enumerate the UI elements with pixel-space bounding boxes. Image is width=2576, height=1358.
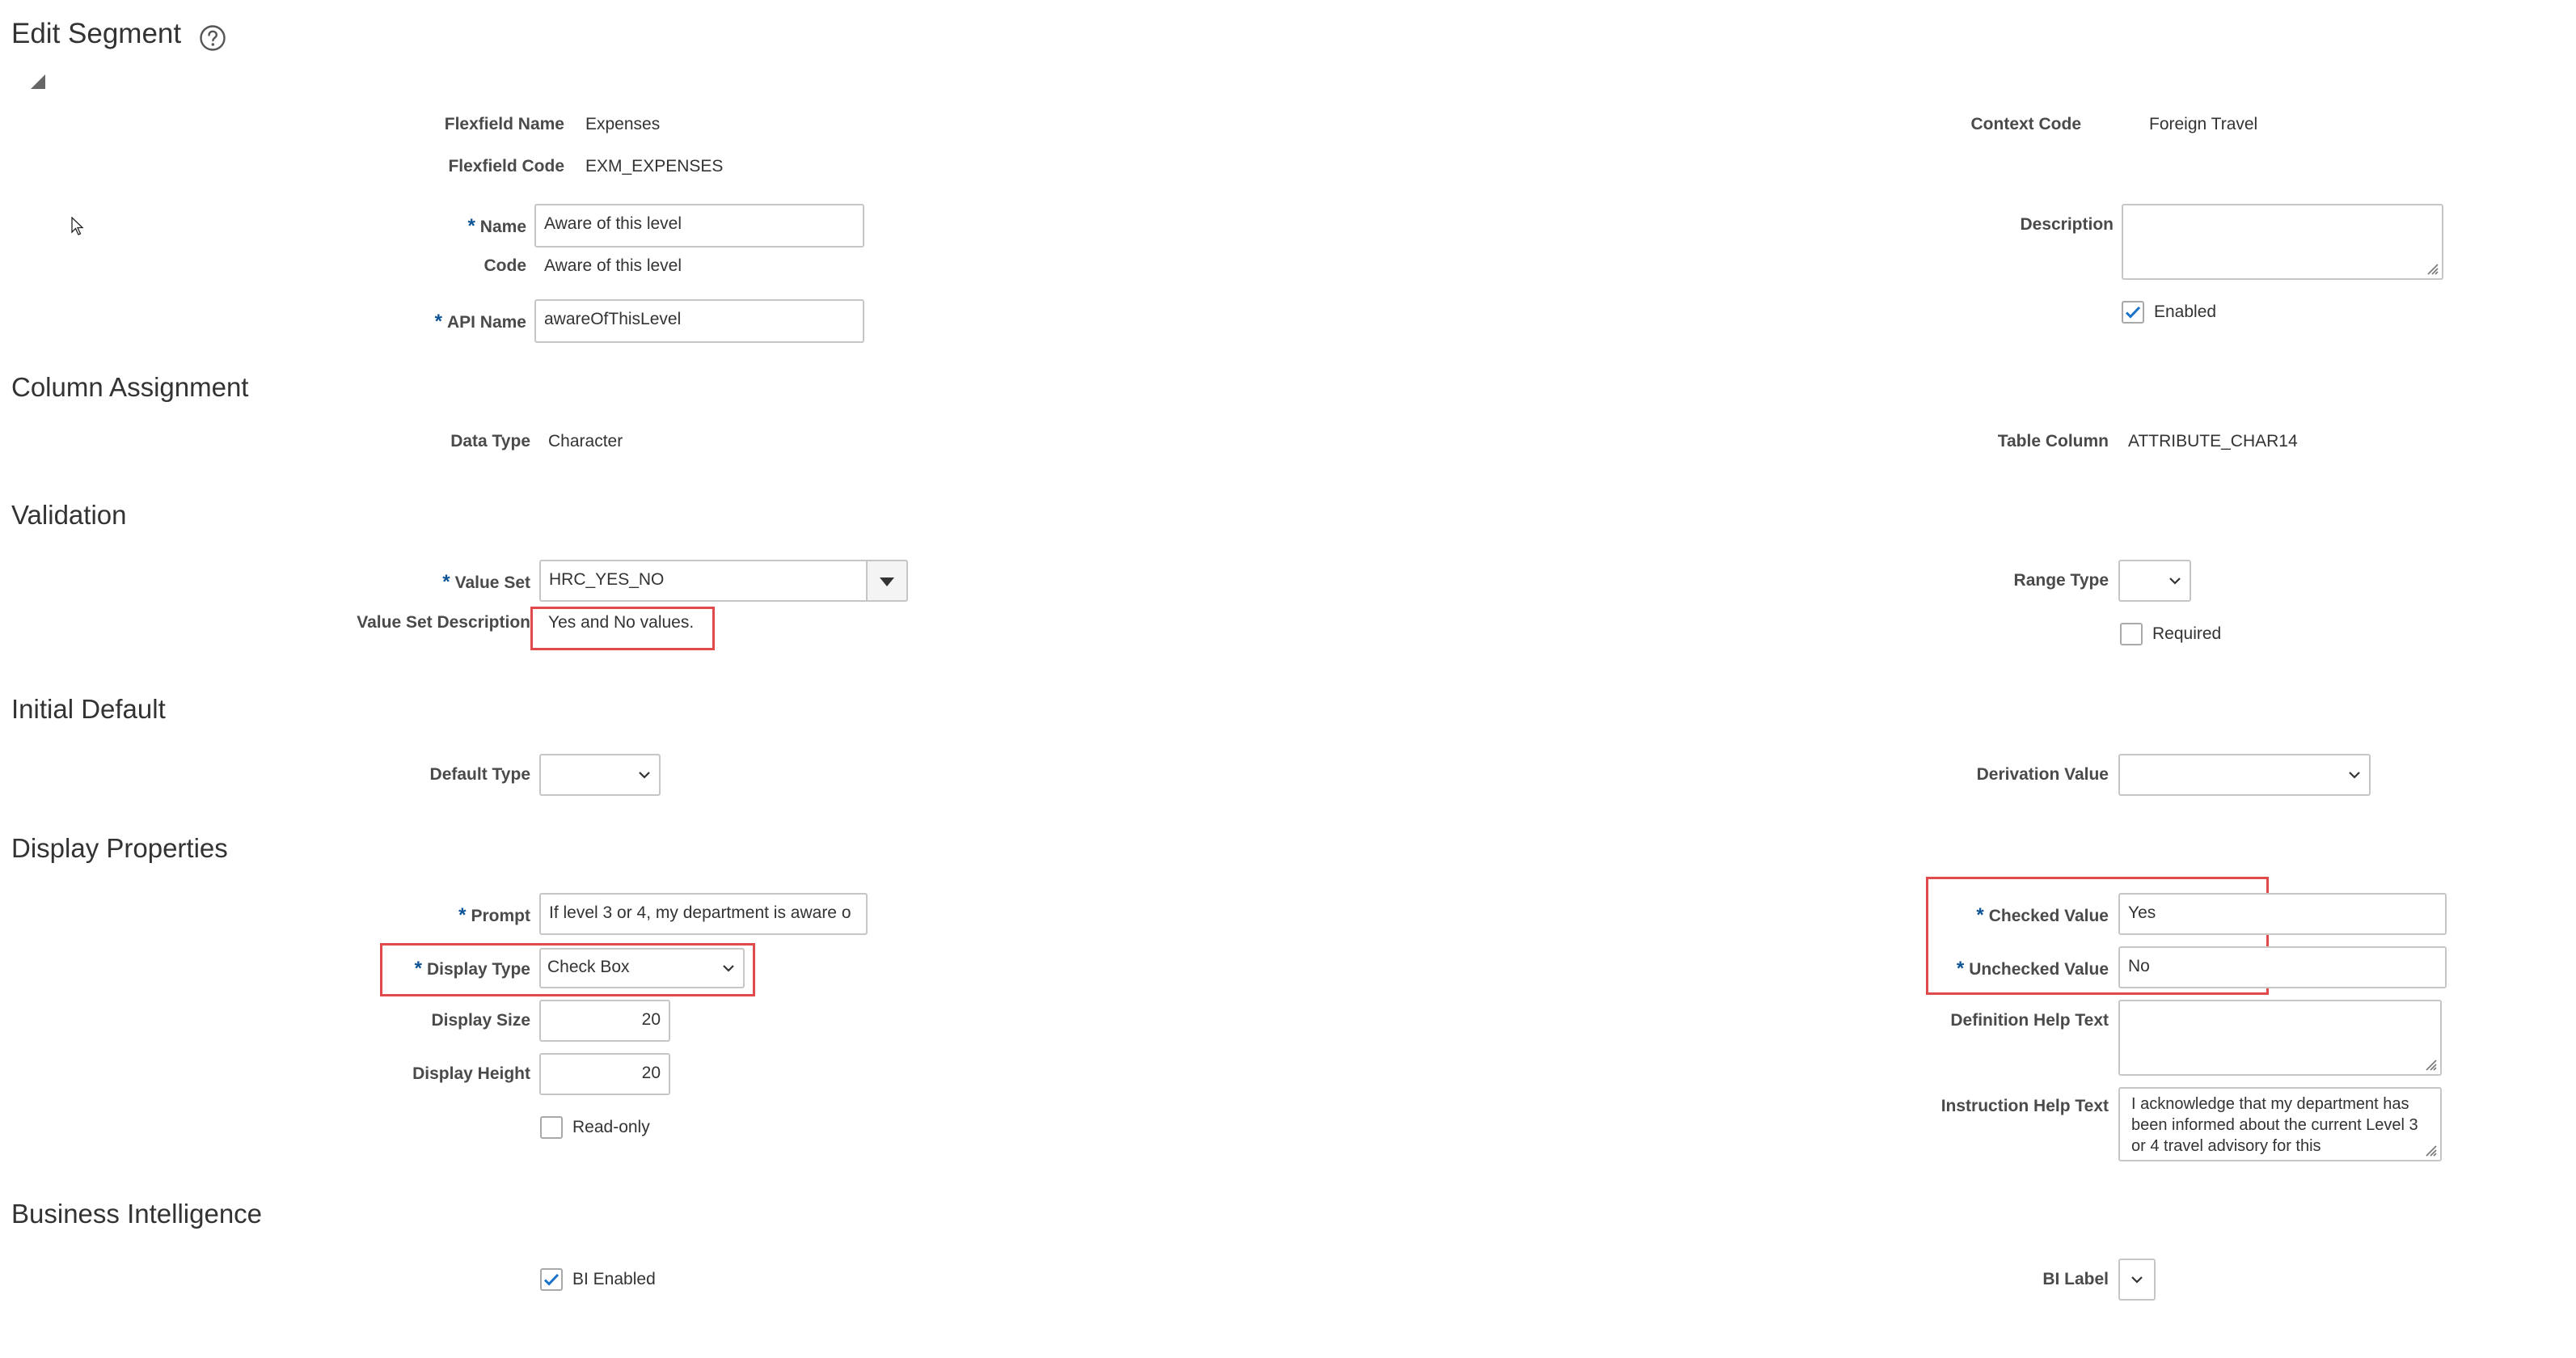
instruction-help-textarea[interactable]: I acknowledge that my department has bee… bbox=[2118, 1087, 2442, 1161]
unchecked-value-input[interactable]: No bbox=[2118, 946, 2447, 988]
context-code-value: Foreign Travel bbox=[2149, 115, 2258, 133]
bi-enabled-label: BI Enabled bbox=[572, 1270, 656, 1288]
display-size-input[interactable]: 20 bbox=[539, 1000, 670, 1042]
derivation-value-select[interactable] bbox=[2118, 754, 2371, 796]
chevron-down-icon bbox=[723, 965, 734, 972]
value-set-dropdown-button[interactable] bbox=[866, 560, 908, 602]
column-assignment-heading: Column Assignment bbox=[11, 372, 249, 402]
required-label: Required bbox=[2152, 624, 2222, 643]
code-value: Aware of this level bbox=[544, 256, 682, 275]
prompt-label: * Prompt bbox=[458, 904, 530, 926]
chevron-down-icon bbox=[639, 772, 650, 779]
resize-grip-icon[interactable] bbox=[2424, 260, 2439, 275]
resize-grip-icon[interactable] bbox=[2422, 1056, 2437, 1071]
validation-heading: Validation bbox=[11, 500, 127, 530]
api-name-label: * API Name bbox=[434, 311, 526, 332]
derivation-value-label: Derivation Value bbox=[1976, 765, 2109, 784]
page-title: Edit Segment bbox=[11, 18, 182, 49]
definition-help-label: Definition Help Text bbox=[1950, 1011, 2109, 1030]
api-name-input[interactable]: awareOfThisLevel bbox=[534, 299, 864, 343]
prompt-input[interactable]: If level 3 or 4, my department is aware … bbox=[539, 893, 868, 935]
chevron-down-icon bbox=[2169, 577, 2181, 585]
triangle-down-icon bbox=[880, 577, 894, 586]
mouse-cursor-icon bbox=[71, 216, 84, 236]
initial-default-heading: Initial Default bbox=[11, 694, 166, 724]
resize-grip-icon[interactable] bbox=[2422, 1142, 2437, 1157]
checked-value-input[interactable]: Yes bbox=[2118, 893, 2447, 935]
unchecked-value-label: * Unchecked Value bbox=[1956, 958, 2109, 979]
bi-label-select[interactable] bbox=[2118, 1259, 2156, 1301]
value-set-input[interactable]: HRC_YES_NO bbox=[539, 560, 866, 602]
chevron-down-icon bbox=[2131, 1276, 2143, 1284]
data-type-value: Character bbox=[548, 432, 623, 451]
enabled-checkbox[interactable] bbox=[2122, 301, 2144, 324]
definition-help-textarea[interactable] bbox=[2118, 1000, 2442, 1076]
default-type-label: Default Type bbox=[429, 765, 530, 784]
bi-label-label: BI Label bbox=[2042, 1270, 2109, 1288]
instruction-help-label: Instruction Help Text bbox=[1940, 1097, 2109, 1115]
table-column-label: Table Column bbox=[1997, 432, 2109, 451]
help-icon[interactable] bbox=[199, 24, 226, 52]
flexfield-code-label: Flexfield Code bbox=[448, 157, 564, 176]
name-label: * Name bbox=[467, 215, 526, 237]
business-intelligence-heading: Business Intelligence bbox=[11, 1199, 263, 1229]
flexfield-code-value: EXM_EXPENSES bbox=[585, 157, 724, 176]
bi-enabled-checkbox[interactable] bbox=[540, 1268, 563, 1291]
enabled-label: Enabled bbox=[2154, 302, 2217, 321]
read-only-label: Read-only bbox=[572, 1118, 650, 1136]
value-set-description-label: Value Set Description bbox=[357, 613, 530, 632]
table-column-value: ATTRIBUTE_CHAR14 bbox=[2128, 432, 2298, 451]
display-height-input[interactable]: 20 bbox=[539, 1053, 670, 1095]
context-code-label: Context Code bbox=[1970, 115, 2082, 133]
display-height-label: Display Height bbox=[412, 1064, 530, 1083]
flexfield-name-label: Flexfield Name bbox=[444, 115, 564, 133]
code-label: Code bbox=[484, 256, 527, 275]
display-type-select[interactable]: Check Box bbox=[539, 948, 745, 988]
display-properties-heading: Display Properties bbox=[11, 833, 228, 863]
read-only-checkbox[interactable] bbox=[540, 1116, 563, 1139]
default-type-select[interactable] bbox=[539, 754, 661, 796]
collapse-icon[interactable] bbox=[29, 73, 47, 91]
description-label: Description bbox=[2020, 215, 2114, 234]
checked-value-label: * Checked Value bbox=[1976, 904, 2109, 926]
flexfield-name-value: Expenses bbox=[585, 115, 661, 133]
chevron-down-icon bbox=[2349, 772, 2360, 779]
range-type-label: Range Type bbox=[2013, 571, 2109, 590]
name-input[interactable]: Aware of this level bbox=[534, 204, 864, 247]
data-type-label: Data Type bbox=[450, 432, 530, 451]
required-checkbox[interactable] bbox=[2120, 623, 2143, 645]
value-set-description-value: Yes and No values. bbox=[548, 613, 695, 632]
value-set-label: * Value Set bbox=[442, 571, 530, 593]
description-textarea[interactable] bbox=[2122, 204, 2443, 280]
range-type-select[interactable] bbox=[2118, 560, 2191, 602]
display-type-label: * Display Type bbox=[414, 958, 530, 979]
display-size-label: Display Size bbox=[431, 1011, 530, 1030]
